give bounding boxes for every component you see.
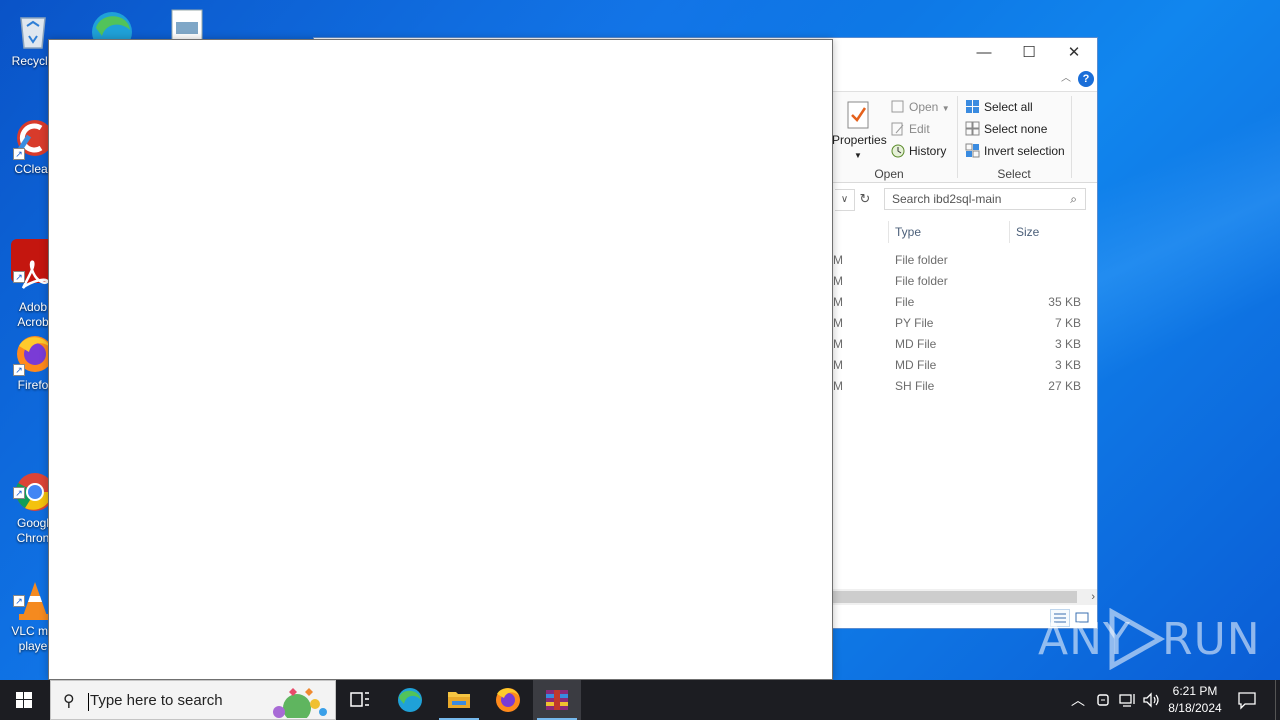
shortcut-arrow-icon: ↗ [13, 595, 25, 607]
select-group-label: Select [997, 167, 1031, 181]
taskbar-edge-button[interactable] [386, 680, 434, 720]
desktop-icon-label: Adob Acrob [17, 300, 49, 329]
select-none-button[interactable]: Select none [965, 119, 1047, 139]
start-button[interactable] [0, 680, 48, 720]
shortcut-arrow-icon: ↗ [13, 271, 25, 283]
scroll-right-icon[interactable]: › [1091, 589, 1095, 605]
invert-selection-button[interactable]: Invert selection [965, 141, 1065, 161]
desktop-icon-label: Googl Chron [16, 516, 50, 545]
show-desktop-button[interactable] [1275, 680, 1280, 720]
tray-app-icon[interactable] [1093, 690, 1113, 710]
task-view-icon [350, 692, 369, 707]
shortcut-arrow-icon: ↗ [13, 148, 25, 160]
properties-button[interactable]: Properties ▼ [832, 100, 887, 160]
history-button[interactable]: History [890, 141, 946, 161]
close-button[interactable]: ✕ [1051, 38, 1097, 68]
search-placeholder: Search ibd2sql-main [892, 192, 1002, 206]
column-header-size[interactable]: Size [1009, 221, 1089, 243]
taskbar-search-input[interactable]: ⚲ Type here to search [50, 680, 336, 720]
network-icon[interactable] [1117, 690, 1137, 710]
desktop-icon-label: Firefo [17, 378, 49, 392]
history-icon [890, 143, 905, 158]
maximize-button[interactable]: ☐ [1006, 38, 1052, 68]
shortcut-arrow-icon: ↗ [13, 364, 25, 376]
search-icon: ⚲ [63, 693, 75, 710]
taskbar-file-explorer-button[interactable] [435, 680, 483, 720]
clock-time: 6:21 PM [1172, 684, 1218, 698]
select-all-button[interactable]: Select all [965, 97, 1033, 117]
watermark-run: RUN [1162, 614, 1261, 665]
open-group-label: Open [874, 167, 904, 181]
dropdown-arrow-icon: ▼ [854, 151, 862, 160]
column-header-type[interactable]: Type [888, 221, 1009, 243]
shortcut-arrow-icon: ↗ [13, 487, 25, 499]
winrar-icon [546, 690, 568, 710]
properties-icon [847, 101, 869, 129]
taskbar-firefox-button[interactable] [484, 680, 532, 720]
select-all-icon [965, 99, 980, 114]
properties-label: Properties [832, 133, 887, 147]
search-icon: ⌕ [1070, 192, 1077, 206]
open-icon [890, 99, 905, 114]
edit-icon [890, 121, 905, 136]
taskbar: ⚲ Type here to search ︿ 6:21 PM 8/18/202… [0, 680, 1280, 720]
show-hidden-icons-button[interactable]: ︿ [1068, 690, 1088, 710]
clock-date: 8/18/2024 [1168, 701, 1222, 715]
system-clock[interactable]: 6:21 PM 8/18/2024 [1160, 683, 1230, 717]
taskbar-search-placeholder: Type here to search [88, 692, 223, 711]
address-dropdown-icon[interactable]: ∨ [835, 189, 855, 211]
refresh-icon[interactable]: ↻ [856, 189, 874, 211]
select-none-icon [965, 121, 980, 136]
minimize-button[interactable]: — [961, 38, 1007, 68]
edge-icon [398, 688, 422, 712]
volume-icon[interactable] [1141, 690, 1161, 710]
open-button[interactable]: Open ▼ [890, 97, 950, 117]
taskbar-winrar-button[interactable] [533, 680, 581, 720]
search-highlight-illustration-icon [273, 688, 327, 718]
play-logo-icon [1109, 608, 1166, 670]
windows-logo-icon [16, 692, 32, 708]
collapse-ribbon-icon[interactable]: ︿ [1061, 69, 1071, 84]
notification-icon [1238, 692, 1256, 710]
action-center-button[interactable] [1236, 689, 1258, 711]
edit-button[interactable]: Edit [890, 119, 930, 139]
anyrun-watermark: ANY RUN [1038, 608, 1260, 674]
blank-window[interactable] [48, 39, 833, 680]
firefox-icon [496, 688, 520, 712]
task-view-button[interactable] [336, 680, 384, 720]
folder-icon [448, 692, 470, 708]
desktop-icon-label: CClear [14, 162, 52, 176]
help-icon[interactable]: ? [1078, 71, 1094, 87]
invert-selection-icon [965, 143, 980, 158]
search-input[interactable]: Search ibd2sql-main ⌕ [884, 188, 1086, 210]
